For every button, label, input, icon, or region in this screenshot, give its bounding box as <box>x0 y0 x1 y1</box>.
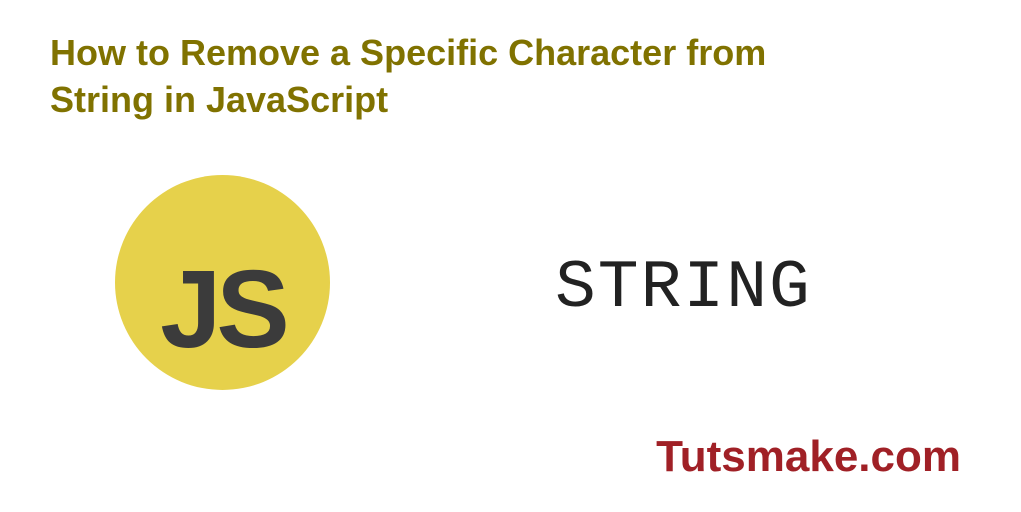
brand-name: Tutsmake.com <box>656 432 961 482</box>
page-title: How to Remove a Specific Character from … <box>50 30 870 124</box>
js-logo-text: JS <box>160 255 285 365</box>
js-logo-icon: JS <box>115 175 330 390</box>
string-label: STRING <box>555 250 812 327</box>
